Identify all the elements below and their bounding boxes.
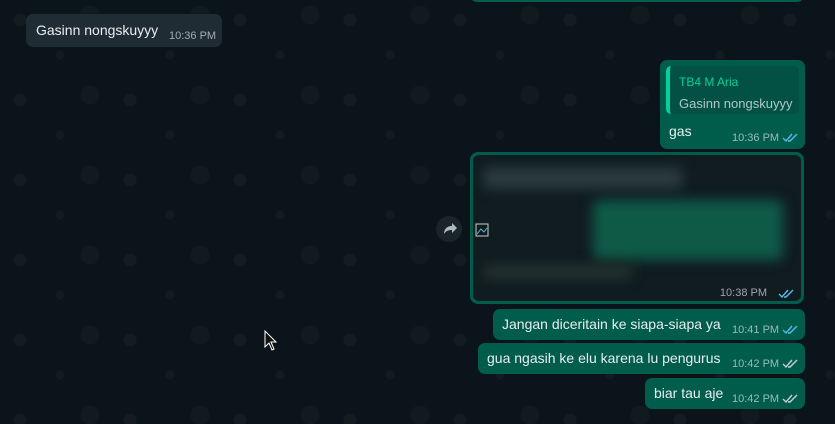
message-time: 10:41 PM: [732, 324, 780, 336]
broken-image-icon: [475, 223, 489, 237]
message-text: gas: [669, 123, 692, 139]
message-time: 10:36 PM: [732, 132, 780, 144]
message-text: Jangan diceritain ke siapa-siapa ya: [502, 316, 721, 332]
message-text: gua ngasih ke elu karena lu pengurus: [487, 350, 721, 366]
quote-text: Gasinn nongskuyyy: [679, 96, 793, 111]
outgoing-message[interactable]: Jangan diceritain ke siapa-siapa ya 10:4…: [493, 309, 805, 340]
double-check-icon: [778, 289, 794, 299]
reply-message[interactable]: TB4 M Aria Gasinn nongskuyyy gas 10:36 P…: [660, 60, 805, 149]
double-check-icon: [782, 359, 798, 369]
message-time: 10:38 PM: [719, 287, 767, 299]
mouse-pointer-icon: [264, 330, 278, 351]
outgoing-message[interactable]: biar tau aje 10:42 PM: [645, 378, 805, 409]
forward-button[interactable]: [436, 216, 462, 242]
quote-author: TB4 M Aria: [679, 75, 739, 89]
previous-message-edge: [470, 0, 804, 2]
double-check-icon: [782, 325, 798, 335]
message-text: Gasinn nongskuyyy: [36, 22, 159, 38]
forward-arrow-icon: [444, 223, 457, 234]
quoted-message[interactable]: TB4 M Aria Gasinn nongskuyyy: [666, 66, 799, 114]
message-time: 10:42 PM: [732, 358, 780, 370]
message-time: 10:36 PM: [169, 30, 217, 42]
message-text: biar tau aje: [654, 385, 724, 401]
outgoing-message[interactable]: gua ngasih ke elu karena lu pengurus 10:…: [478, 343, 805, 374]
image-message[interactable]: 10:38 PM: [470, 152, 804, 304]
incoming-message[interactable]: Gasinn nongskuyyy 10:36 PM: [26, 14, 222, 47]
double-check-icon: [782, 133, 798, 143]
blurred-image[interactable]: [473, 155, 801, 301]
message-time: 10:42 PM: [732, 393, 780, 405]
double-check-icon: [782, 394, 798, 404]
